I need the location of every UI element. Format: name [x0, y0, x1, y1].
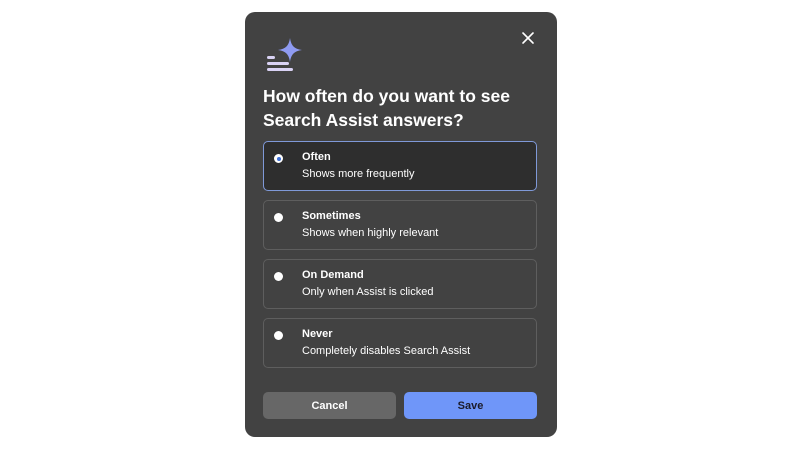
radio-sometimes[interactable] [274, 213, 283, 222]
option-often[interactable]: Often Shows more frequently [263, 141, 537, 191]
option-on-demand[interactable]: On Demand Only when Assist is clicked [263, 259, 537, 309]
radio-on-demand[interactable] [274, 272, 283, 281]
search-assist-dialog: How often do you want to see Search Assi… [245, 12, 557, 437]
option-description: Shows more frequently [302, 168, 415, 180]
radio-often[interactable] [274, 154, 283, 163]
option-description: Shows when highly relevant [302, 227, 439, 239]
save-button[interactable]: Save [404, 392, 537, 419]
option-description: Only when Assist is clicked [302, 286, 434, 298]
option-label: Never [302, 328, 333, 340]
close-icon[interactable] [519, 29, 537, 47]
radio-never[interactable] [274, 331, 283, 340]
option-sometimes[interactable]: Sometimes Shows when highly relevant [263, 200, 537, 250]
option-label: On Demand [302, 269, 364, 281]
option-description: Completely disables Search Assist [302, 345, 471, 357]
option-never[interactable]: Never Completely disables Search Assist [263, 318, 537, 368]
cancel-button[interactable]: Cancel [263, 392, 396, 419]
sparkle-assist-icon [267, 38, 302, 71]
dialog-title: How often do you want to see Search Assi… [263, 86, 510, 130]
option-label: Often [302, 151, 331, 163]
page: How often do you want to see Search Assi… [0, 0, 800, 450]
frequency-options: Often Shows more frequently Sometimes Sh… [263, 141, 537, 377]
option-label: Sometimes [302, 210, 361, 222]
